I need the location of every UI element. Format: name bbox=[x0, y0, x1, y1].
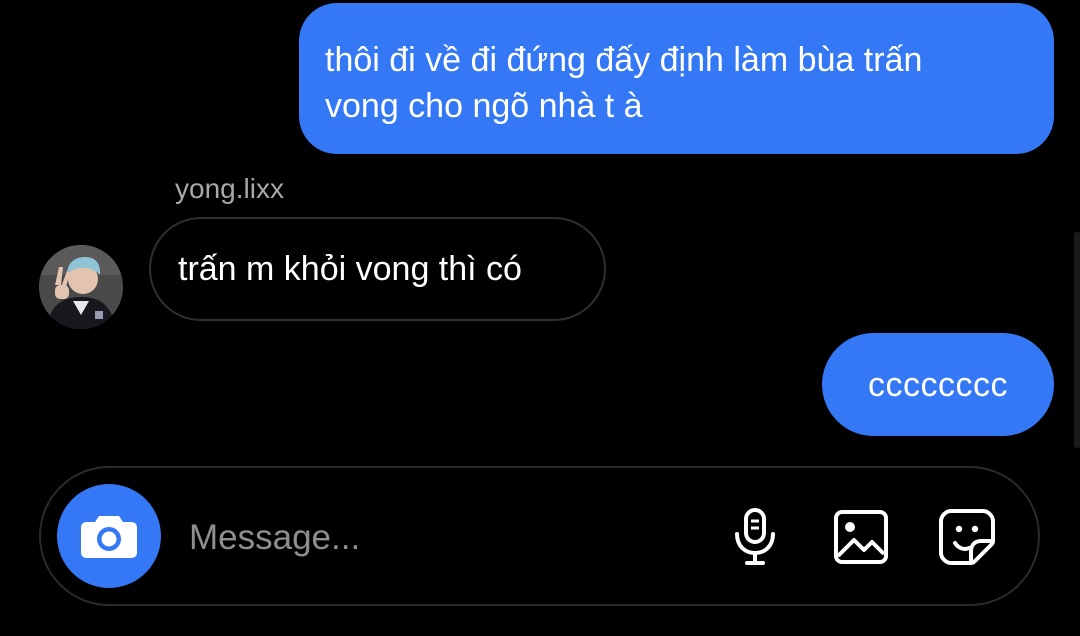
camera-icon bbox=[81, 516, 137, 558]
sticker-icon bbox=[939, 509, 995, 565]
message-text: trấn m khỏi vong thì có bbox=[178, 250, 522, 288]
avatar-image bbox=[39, 245, 123, 329]
scroll-indicator bbox=[1074, 232, 1080, 448]
outgoing-message-bubble[interactable]: cccccccc bbox=[822, 333, 1054, 436]
avatar[interactable] bbox=[39, 245, 123, 329]
message-input[interactable] bbox=[189, 516, 709, 560]
outgoing-message-bubble[interactable]: thôi đi về đi đứng đấy định làm bùa trấn… bbox=[299, 3, 1054, 154]
message-text-line: thôi đi về đi đứng đấy định làm bùa trấn bbox=[325, 41, 923, 79]
incoming-message-bubble[interactable]: trấn m khỏi vong thì có bbox=[149, 217, 606, 321]
microphone-icon bbox=[735, 508, 775, 565]
gallery-button[interactable] bbox=[828, 504, 894, 570]
microphone-button[interactable] bbox=[722, 504, 788, 570]
sender-name: yong.lixx bbox=[175, 173, 284, 204]
sticker-button[interactable] bbox=[934, 504, 1000, 570]
message-composer bbox=[39, 466, 1040, 606]
message-text-line: vong cho ngõ nhà t à bbox=[325, 87, 643, 125]
gallery-icon bbox=[834, 510, 888, 564]
message-text: cccccccc bbox=[868, 365, 1008, 404]
camera-button[interactable] bbox=[57, 484, 161, 588]
